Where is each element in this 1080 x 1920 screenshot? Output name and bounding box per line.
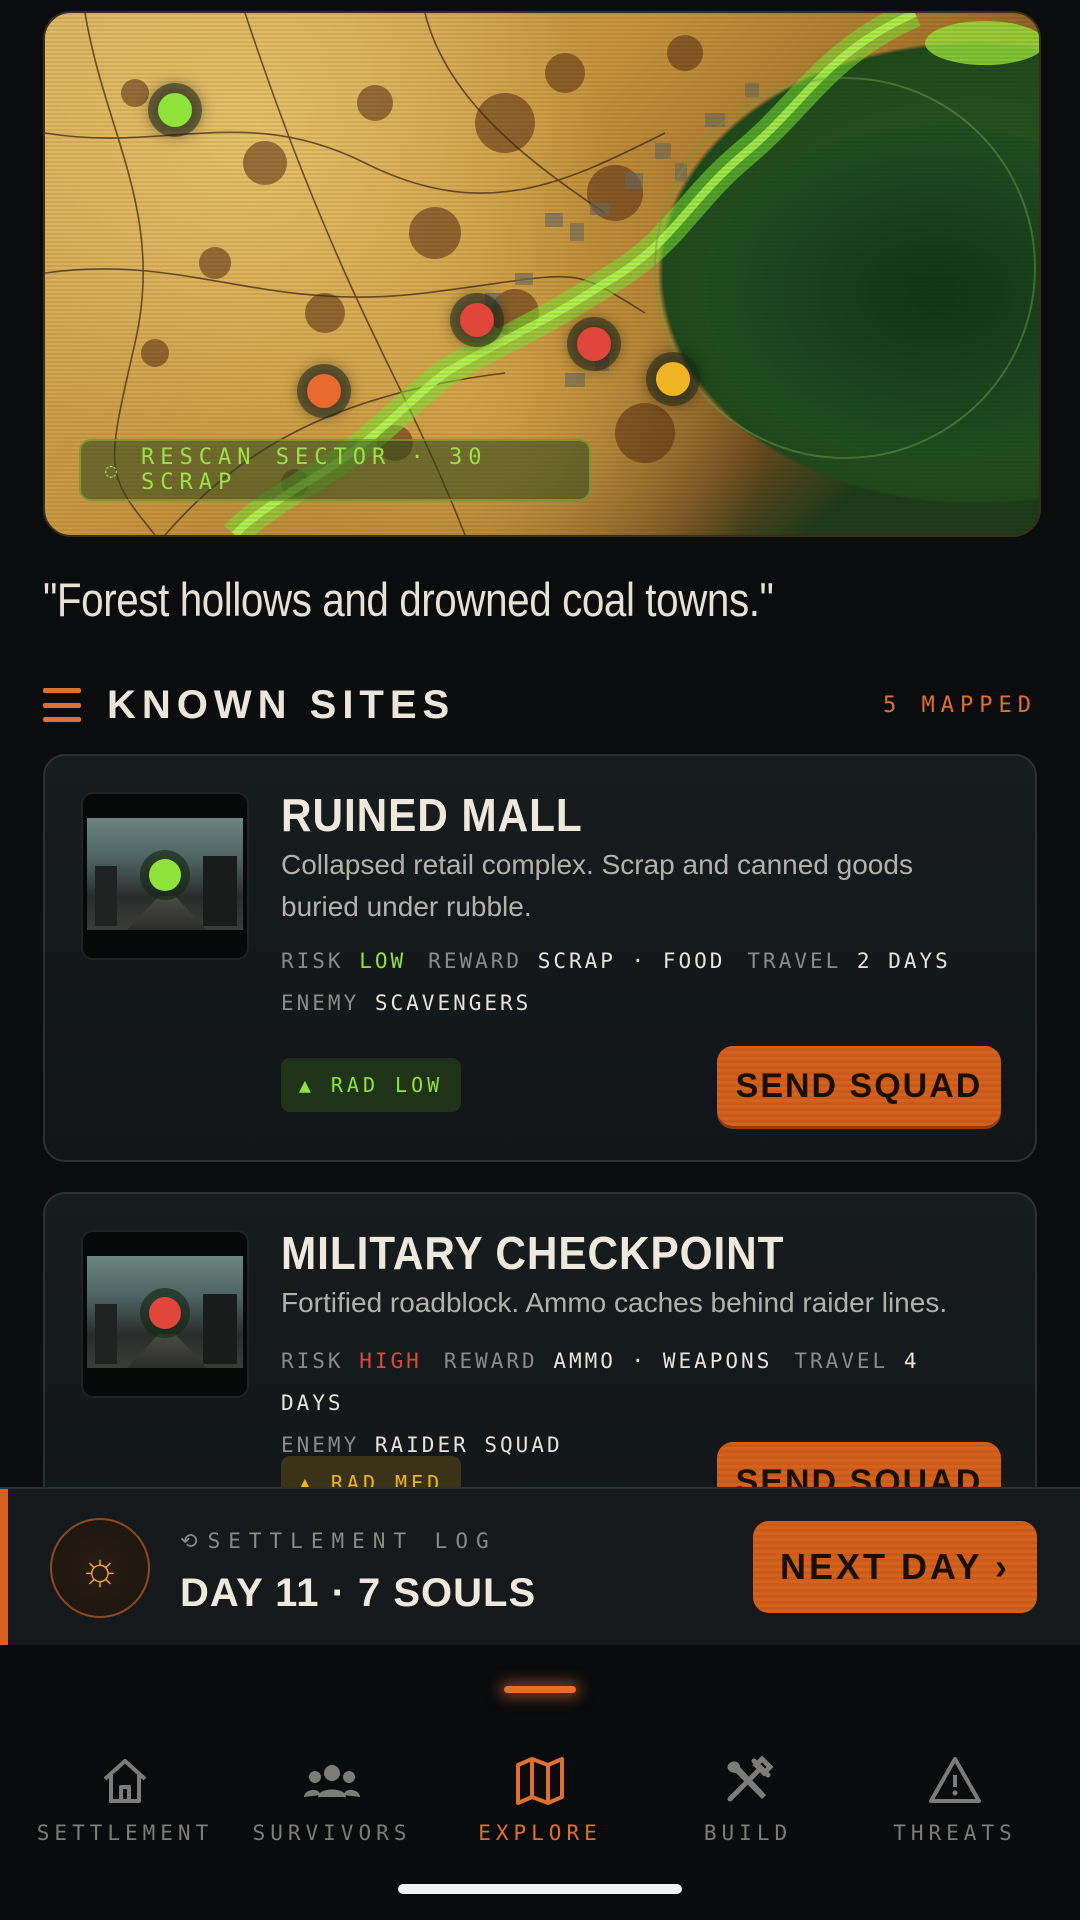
risk-value: HIGH: [359, 1349, 422, 1373]
tab-threats[interactable]: THREATS: [855, 1685, 1055, 1865]
map-icon: [516, 1757, 564, 1805]
sector-map[interactable]: ◌ RESCAN SECTOR · 30 SCRAP: [43, 11, 1041, 537]
active-tab-indicator: [504, 1686, 576, 1693]
enemy-value: SCAVENGERS: [374, 991, 532, 1015]
reward-value: AMMO · WEAPONS: [553, 1349, 773, 1373]
settlement-log-label: ⟲ SETTLEMENT LOG: [180, 1529, 497, 1553]
map-pin-orange[interactable]: [307, 374, 341, 408]
site-thumbnail: [81, 1230, 249, 1398]
reward-value: SCRAP · FOOD: [537, 949, 726, 973]
map-pin-red[interactable]: [577, 327, 611, 361]
risk-value: LOW: [359, 949, 407, 973]
travel-value: 2 DAYS: [856, 949, 951, 973]
known-sites-header: KNOWN SITES 5 MAPPED: [43, 680, 1037, 730]
tab-label: SETTLEMENT: [36, 1821, 214, 1845]
rad-badge: ▲ RAD LOW: [281, 1058, 461, 1112]
settlement-log-bar: ☼ ⟲ SETTLEMENT LOG DAY 11 · 7 SOULS NEXT …: [0, 1487, 1080, 1647]
risk-dot-red: [149, 1297, 181, 1329]
accent-strip: [0, 1489, 8, 1645]
sun-icon: ☼: [50, 1518, 150, 1618]
enemy-value: RAIDER SQUAD: [374, 1433, 563, 1457]
warning-icon: [929, 1757, 981, 1803]
map-pin-yellow[interactable]: [656, 362, 690, 396]
section-title: KNOWN SITES: [107, 682, 456, 727]
tools-icon: [727, 1755, 774, 1802]
tab-label: EXPLORE: [478, 1821, 602, 1845]
day-counter: DAY 11 · 7 SOULS: [180, 1571, 537, 1615]
history-icon: ⟲: [180, 1529, 198, 1553]
people-icon: [304, 1765, 360, 1797]
tab-settlement[interactable]: SETTLEMENT: [25, 1685, 225, 1865]
site-card-ruined-mall[interactable]: RUINED MALL Collapsed retail complex. Sc…: [43, 754, 1037, 1162]
tab-label: BUILD: [703, 1821, 793, 1845]
map-pin-red[interactable]: [460, 303, 494, 337]
tab-build[interactable]: BUILD: [648, 1685, 848, 1865]
tab-label: THREATS: [893, 1821, 1017, 1845]
tab-survivors[interactable]: SURVIVORS: [232, 1685, 432, 1865]
region-quote: "Forest hollows and drowned coal towns.": [43, 573, 774, 626]
site-description: Collapsed retail complex. Scrap and cann…: [281, 849, 913, 922]
rescan-label: RESCAN SECTOR · 30 SCRAP: [141, 445, 488, 495]
tab-explore[interactable]: EXPLORE: [440, 1685, 640, 1865]
home-indicator[interactable]: [398, 1884, 682, 1894]
mapped-count: 5 MAPPED: [883, 692, 1037, 718]
refresh-icon: ◌: [105, 458, 124, 482]
rescan-sector-button[interactable]: ◌ RESCAN SECTOR · 30 SCRAP: [79, 439, 591, 501]
tab-label: SURVIVORS: [252, 1821, 412, 1845]
site-stats: RISK LOW REWARD SCRAP · FOOD TRAVEL 2 DAYS…: [281, 949, 951, 1015]
next-day-button[interactable]: NEXT DAY ›: [753, 1521, 1037, 1613]
site-thumbnail: [81, 792, 249, 960]
site-description: Fortified roadblock. Ammo caches behind …: [281, 1287, 948, 1318]
home-icon: [103, 1759, 147, 1803]
menu-icon[interactable]: [43, 688, 81, 722]
risk-dot-green: [149, 859, 181, 891]
send-squad-button[interactable]: SEND SQUAD: [717, 1046, 1001, 1126]
site-title: MILITARY CHECKPOINT: [281, 1227, 785, 1279]
map-pin-green[interactable]: [158, 93, 192, 127]
site-title: RUINED MALL: [281, 789, 583, 841]
